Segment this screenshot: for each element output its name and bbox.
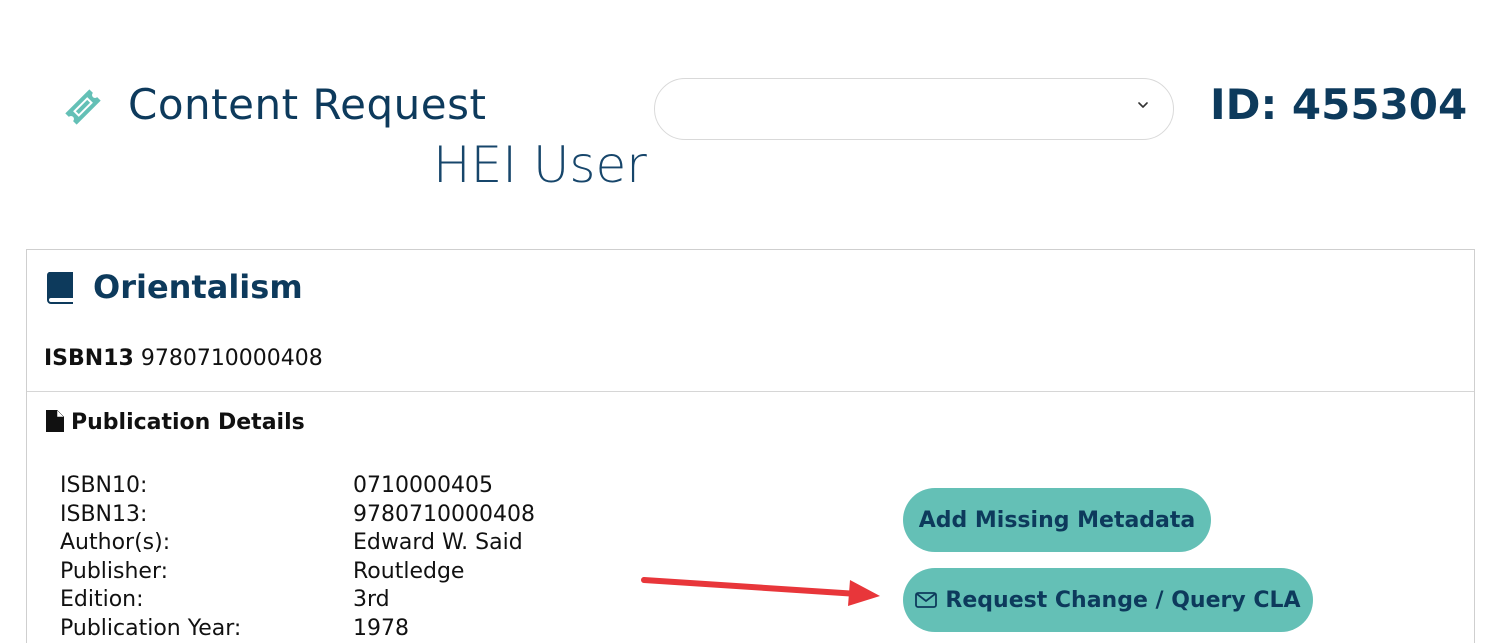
isbn13-label: ISBN13 (44, 346, 134, 371)
detail-value: 3rd (353, 587, 390, 612)
book-icon (46, 272, 73, 304)
page: Content Request HEI User ID: 455304 Orie… (0, 0, 1505, 643)
record-id: ID: 455304 (1210, 80, 1468, 129)
book-title: Orientalism (93, 268, 303, 306)
detail-label: Author(s): (60, 530, 171, 555)
context-select[interactable] (654, 78, 1174, 140)
publication-details-title: Publication Details (71, 410, 305, 435)
page-title: Content Request (128, 80, 487, 129)
detail-value: 1978 (353, 615, 409, 641)
detail-value: Edward W. Said (353, 530, 523, 555)
detail-value: 0710000405 (353, 473, 493, 498)
detail-label: Edition: (60, 587, 144, 612)
annotation-arrow-icon (641, 577, 880, 606)
detail-label: Publisher: (60, 558, 169, 584)
request-change-label: Request Change / Query CLA (945, 587, 1301, 613)
user-role-label: HEI User (433, 136, 647, 194)
chevron-down-icon (1138, 102, 1148, 108)
divider (27, 391, 1474, 392)
detail-value: 9780710000408 (353, 501, 535, 527)
add-missing-metadata-button[interactable]: Add Missing Metadata (903, 488, 1211, 552)
detail-label: Publication Year: (60, 615, 242, 641)
envelope-icon (915, 592, 938, 608)
ticket-icon (65, 89, 101, 125)
request-change-button[interactable]: Request Change / Query CLA (903, 568, 1313, 632)
isbn13-line: ISBN13 9780710000408 (44, 346, 323, 371)
detail-label: ISBN10: (60, 473, 148, 498)
detail-label: ISBN13: (60, 501, 148, 527)
isbn13-value: 9780710000408 (140, 346, 323, 371)
document-icon (46, 410, 64, 432)
add-missing-metadata-label: Add Missing Metadata (918, 507, 1196, 533)
detail-value: Routledge (353, 558, 465, 584)
